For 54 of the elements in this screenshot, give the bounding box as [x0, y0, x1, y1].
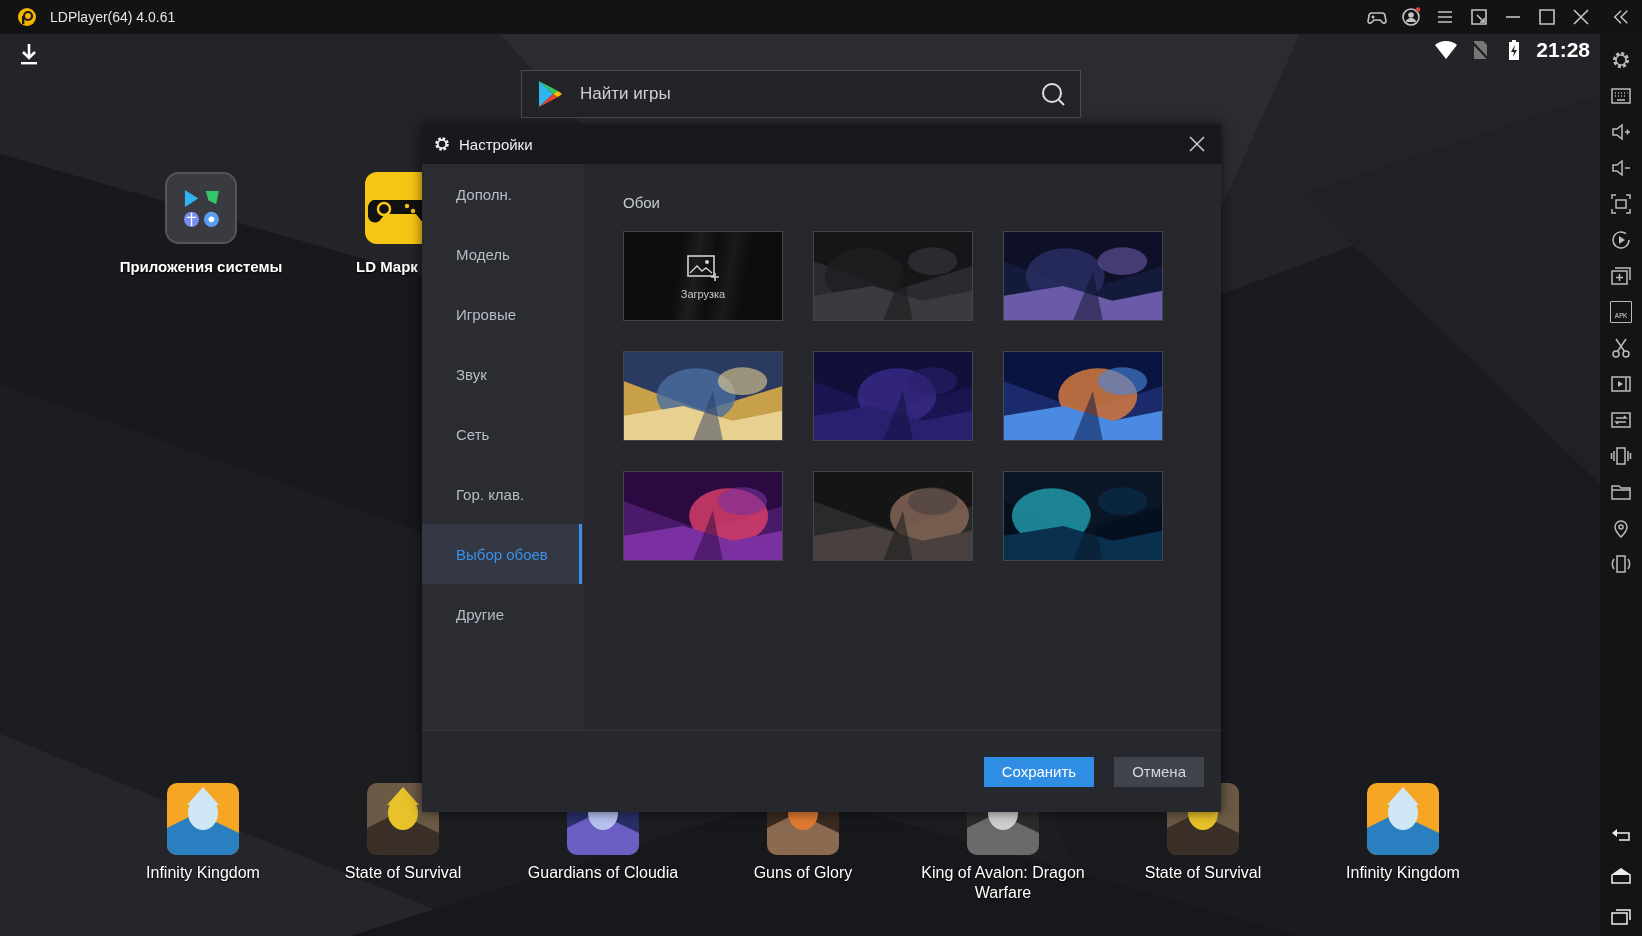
resize-icon[interactable]	[1469, 7, 1489, 27]
cancel-button[interactable]: Отмена	[1114, 756, 1204, 787]
app-label: State of Survival	[1144, 863, 1262, 883]
fullscreen-icon[interactable]	[1610, 193, 1632, 215]
app-folder-icon[interactable]	[165, 172, 237, 244]
sidebar-item[interactable]: Звук	[422, 344, 582, 404]
sidebar-item[interactable]: Гор. клав.	[422, 464, 582, 524]
vibrate-icon[interactable]	[1610, 445, 1632, 467]
play-store-icon	[536, 79, 564, 109]
app-label: Приложения системы	[119, 258, 283, 275]
keyboard-icon[interactable]	[1610, 85, 1632, 107]
app-label: State of Survival	[344, 863, 462, 883]
sidebar-item[interactable]: Дополн.	[422, 164, 582, 224]
dialog-title: Настройки	[459, 135, 533, 153]
close-icon[interactable]	[1188, 135, 1206, 153]
gamepad-app-icon[interactable]	[365, 172, 422, 244]
sync-icon[interactable]	[1610, 409, 1632, 431]
add-image-icon	[685, 252, 721, 283]
app-label: Guns of Glory	[753, 863, 853, 883]
sidebar-item[interactable]: Сеть	[422, 404, 582, 464]
home-icon[interactable]	[1610, 865, 1632, 887]
app-label: Guardians of Cloudia	[527, 863, 679, 883]
upload-tile[interactable]: Загрузка	[623, 231, 783, 321]
settings-icon	[433, 135, 451, 153]
maximize-icon[interactable]	[1537, 7, 1557, 27]
clock-time: 21:28	[1536, 38, 1590, 62]
volume-down-icon[interactable]	[1610, 157, 1632, 179]
search-icon[interactable]	[1040, 81, 1066, 107]
collapse-icon[interactable]	[1612, 8, 1630, 26]
volume-up-icon[interactable]	[1610, 121, 1632, 143]
multi-window-icon[interactable]	[1610, 265, 1632, 287]
app-logo-icon	[17, 7, 37, 27]
download-icon[interactable]	[18, 42, 40, 66]
wifi-icon	[1434, 39, 1459, 61]
settings-icon[interactable]	[1610, 49, 1632, 71]
app-label: King of Avalon: Dragon Warfare	[920, 863, 1086, 903]
sidebar-item[interactable]: Игровые	[422, 284, 582, 344]
close-icon[interactable]	[1571, 7, 1591, 27]
search-input[interactable]: Найти игры	[578, 83, 1040, 105]
search-field[interactable]: Найти игры	[521, 70, 1081, 118]
video-icon[interactable]	[1610, 373, 1632, 395]
app-label: Infinity Kingdom	[1346, 863, 1460, 883]
sidebar-item[interactable]: Выбор обоев	[422, 524, 582, 584]
scissors-icon[interactable]	[1610, 337, 1632, 359]
sidebar-item[interactable]: Модель	[422, 224, 582, 284]
upload-label: Загрузка	[680, 287, 726, 300]
app-label: Infinity Kingdom	[146, 863, 260, 883]
rotate-icon[interactable]	[1610, 553, 1632, 575]
window-title: LDPlayer(64) 4.0.61	[50, 9, 176, 25]
record-icon[interactable]	[1610, 229, 1632, 251]
app-label: LD Марк	[356, 258, 418, 275]
section-title: Обои	[623, 194, 661, 211]
sidebar-item[interactable]: Другие	[422, 584, 582, 644]
user-icon[interactable]	[1401, 7, 1421, 27]
